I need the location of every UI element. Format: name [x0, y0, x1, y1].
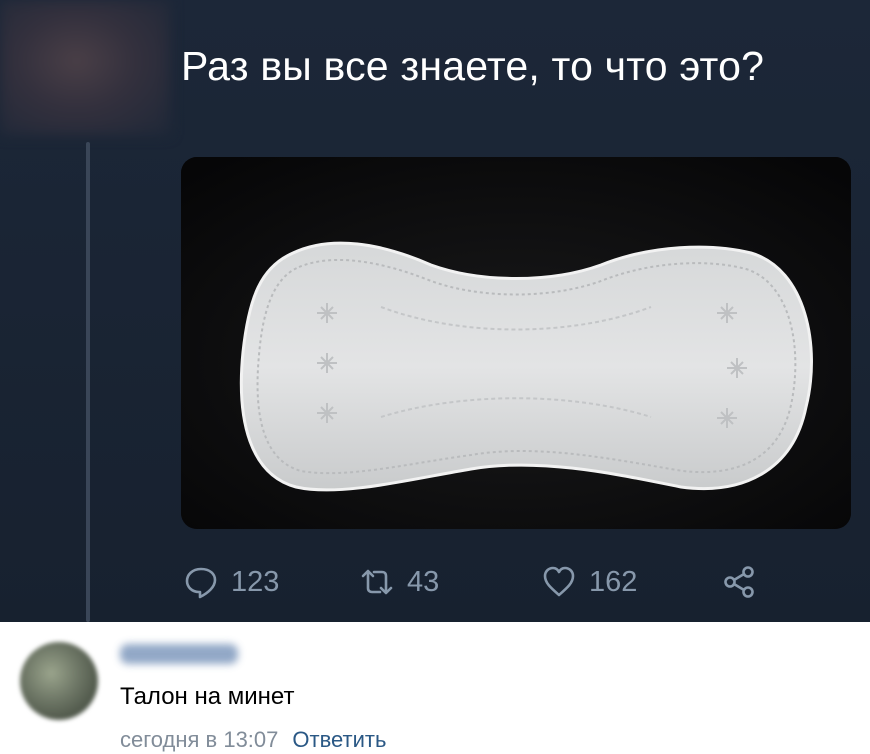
comment-author-blurred[interactable] [120, 644, 238, 664]
comment-item: Талон на минет сегодня в 13:07 Ответить [0, 622, 870, 754]
comment-timestamp: сегодня в 13:07 [120, 727, 279, 752]
blurred-avatar [0, 0, 170, 135]
tweet-card: Раз вы все знаете, то что это? 123 43 16… [0, 0, 870, 622]
reply-link[interactable]: Ответить [292, 727, 386, 752]
heart-icon [541, 564, 577, 600]
tweet-text: Раз вы все знаете, то что это? [181, 43, 765, 89]
like-button[interactable]: 162 [541, 557, 637, 607]
reply-button[interactable]: 123 [183, 557, 279, 607]
comment-meta: сегодня в 13:07 Ответить [120, 726, 386, 754]
pad-photo [181, 157, 851, 529]
tweet-actions: 123 43 162 [181, 557, 801, 607]
share-icon [721, 564, 757, 600]
share-button[interactable] [721, 557, 769, 607]
comment-text: Талон на минет [120, 683, 295, 710]
retweet-button[interactable]: 43 [359, 557, 439, 607]
like-count: 162 [589, 565, 638, 598]
avatar[interactable] [20, 642, 98, 720]
retweet-icon [359, 564, 395, 600]
reply-count: 123 [231, 565, 280, 598]
retweet-count: 43 [407, 565, 440, 598]
tweet-image[interactable] [181, 157, 851, 529]
thread-line [86, 142, 90, 622]
speech-bubble-icon [183, 564, 219, 600]
